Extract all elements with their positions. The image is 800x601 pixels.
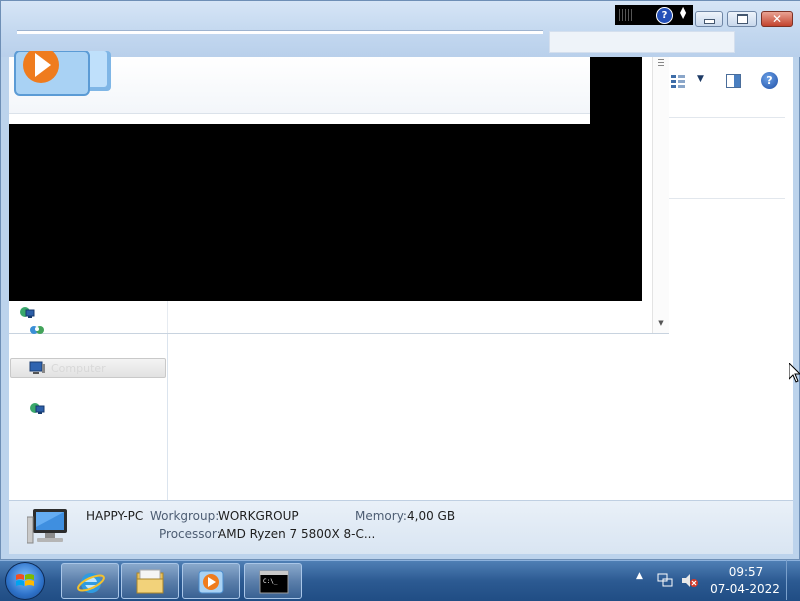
computer-icon: [27, 509, 67, 544]
redacted-region: [590, 57, 642, 124]
scroll-grip-icon[interactable]: [658, 59, 664, 67]
mouse-cursor-icon: [789, 363, 800, 383]
network-icon[interactable]: [19, 306, 35, 322]
clock-time[interactable]: 09:57: [715, 565, 777, 579]
memory-value: 4,00 GB: [407, 509, 456, 523]
scroll-down-arrow-icon[interactable]: ▼: [653, 319, 669, 331]
taskbar-command-prompt[interactable]: C:\_: [244, 563, 302, 599]
volume-muted-icon[interactable]: [681, 573, 698, 588]
start-button[interactable]: [5, 562, 45, 600]
media-player-dialog: ▼: [9, 51, 669, 334]
nav-item-computer[interactable]: Computer: [10, 358, 166, 378]
view-options-icon[interactable]: [671, 74, 685, 88]
svg-text:C:\_: C:\_: [263, 578, 278, 585]
taskbar: C:\_: [0, 560, 800, 601]
maximize-button[interactable]: [727, 11, 757, 27]
view-dropdown-chevron-icon[interactable]: ▼: [697, 74, 704, 84]
minimize-button[interactable]: [695, 11, 723, 27]
processor-value: AMD Ryzen 7 5800X 8-C...: [218, 527, 376, 541]
divider: [668, 198, 785, 199]
redacted-region: [9, 124, 642, 301]
windows-media-player-logo-icon: [14, 51, 111, 96]
homegroup-icon[interactable]: [29, 321, 45, 337]
network-tray-icon[interactable]: [657, 573, 673, 588]
workgroup-value: WORKGROUP: [218, 509, 299, 523]
minimize-icon: [703, 18, 715, 24]
command-prompt-icon: C:\_: [259, 570, 289, 594]
address-bar[interactable]: [17, 30, 543, 34]
divider: [668, 117, 785, 118]
overlay-help-icon[interactable]: ?: [656, 7, 673, 24]
grip-icon: [619, 9, 633, 21]
taskbar-internet-explorer[interactable]: [61, 563, 119, 599]
memory-label: Memory:: [355, 509, 407, 523]
show-hidden-icons-icon[interactable]: ▲: [636, 571, 643, 581]
dialog-header: [9, 51, 590, 114]
windows-logo-icon: [16, 574, 34, 586]
maximize-icon: [736, 14, 748, 24]
internet-explorer-icon: [77, 573, 105, 593]
clock-date[interactable]: 07-04-2022: [708, 582, 782, 596]
help-icon[interactable]: ?: [761, 72, 778, 89]
close-button[interactable]: ✕: [761, 11, 793, 27]
taskbar-windows-media-player[interactable]: [182, 563, 240, 599]
divider: [167, 301, 168, 333]
media-player-icon: [198, 570, 224, 594]
computer-name: HAPPY-PC: [86, 509, 144, 523]
overlay-chevron-icon[interactable]: ▲ ▼: [680, 6, 686, 20]
nav-item-computer-label: Computer: [51, 362, 106, 375]
workgroup-label: Workgroup:: [150, 509, 220, 523]
computer-icon: [29, 361, 45, 374]
search-box[interactable]: [549, 31, 735, 53]
show-desktop-button[interactable]: [786, 560, 800, 600]
dialog-scrollbar[interactable]: ▼: [652, 57, 669, 333]
folder-icon: [136, 569, 164, 594]
preview-pane-icon[interactable]: [726, 74, 741, 88]
explorer-window: ✕ ? ▲ ▼ ▼ ? ▼ Computer HAPPY-PC Workgrou…: [0, 0, 800, 560]
taskbar-windows-explorer[interactable]: [121, 563, 179, 599]
processor-label: Processor:: [159, 527, 221, 541]
close-icon: ✕: [771, 12, 783, 26]
network-icon[interactable]: [29, 402, 45, 418]
